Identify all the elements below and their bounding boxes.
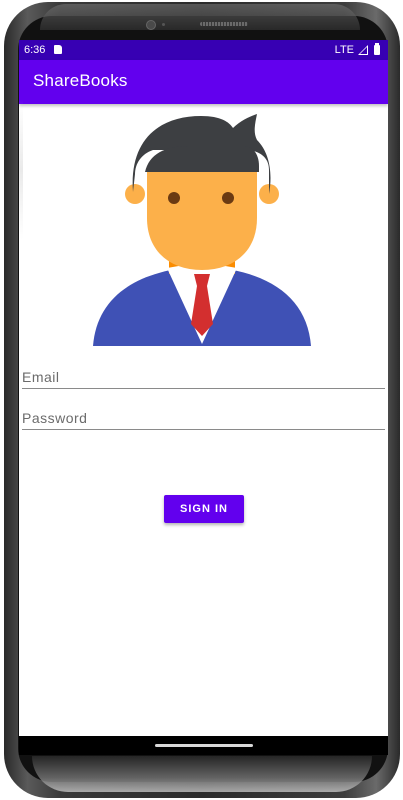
proximity-sensor-icon [162,23,165,26]
earpiece-speaker-icon [200,22,248,26]
app-title: ShareBooks [33,71,128,90]
email-input[interactable] [22,366,385,388]
status-time: 6:36 [24,44,46,56]
avatar-face [147,168,257,270]
phone-top-sheen [40,4,360,30]
app-screen: 6:36 LTE ShareBooks Email SIGN IN [19,40,388,755]
sd-card-icon [54,45,62,54]
screen-edge-highlight [19,100,23,240]
battery-icon [374,43,380,55]
password-field-container [22,403,385,430]
gesture-home-handle[interactable] [155,744,253,747]
front-camera-icon [146,20,156,30]
network-type-label: LTE [334,44,354,56]
avatar-left-eye [168,192,180,204]
password-input[interactable] [22,407,385,429]
phone-bottom-sheen [32,756,372,792]
signal-icon [358,45,368,55]
sign-in-button[interactable]: SIGN IN [164,495,244,523]
device-frame-stage: 6:36 LTE ShareBooks Email SIGN IN [0,0,403,800]
status-indicators: LTE [334,43,380,56]
avatar-right-eye [222,192,234,204]
app-bar: ShareBooks [19,60,388,104]
businessman-avatar-icon [93,114,311,346]
status-bar: 6:36 LTE [19,40,388,60]
avatar-left-ear [125,184,145,204]
system-navigation-bar [19,736,388,755]
email-field-container [22,362,385,389]
